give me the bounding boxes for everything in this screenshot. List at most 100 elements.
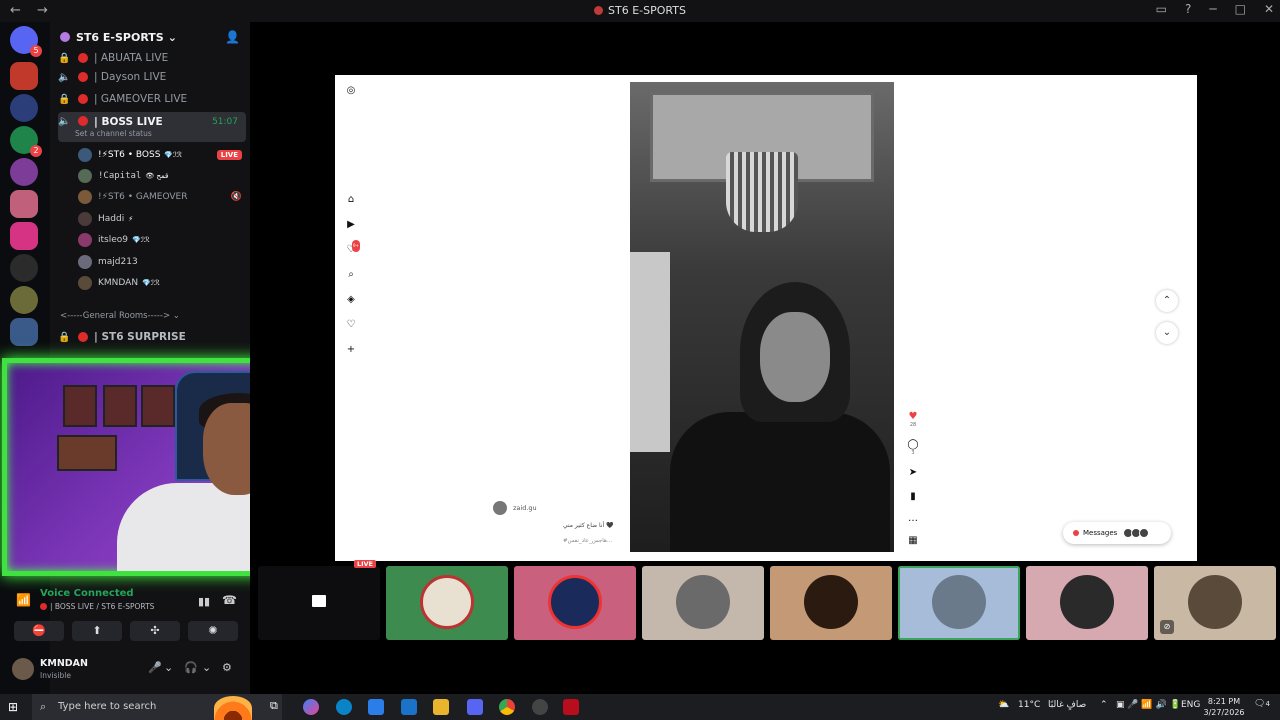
voice-member[interactable]: Haddi ⚡: [78, 209, 248, 229]
server-mesk-icon[interactable]: [10, 222, 38, 250]
home-icon[interactable]: ⌂: [345, 194, 357, 206]
participant-tile[interactable]: [386, 566, 508, 640]
screenshare-button[interactable]: ⬆: [72, 621, 122, 641]
steam-icon[interactable]: [532, 699, 548, 715]
inbox-icon[interactable]: ▭: [1156, 2, 1167, 16]
voice-member[interactable]: !⚡ST6 • BOSS 💎ℐℛ LIVE: [78, 145, 248, 165]
file-explorer-icon[interactable]: [433, 699, 449, 715]
voice-member[interactable]: itsleo9 💎ℐℛ: [78, 230, 248, 250]
copilot-icon[interactable]: [303, 699, 319, 715]
back-icon[interactable]: ←: [10, 3, 21, 18]
task-view-icon[interactable]: ⧉: [270, 699, 286, 715]
participant-tile[interactable]: [1026, 566, 1148, 640]
live-dot-icon: [78, 72, 88, 82]
chrome-icon[interactable]: [499, 699, 515, 715]
weather-temp[interactable]: 11°C: [1018, 700, 1040, 710]
chevron-down-icon[interactable]: ⌄: [202, 661, 211, 674]
comment-button[interactable]: ◯ 3: [907, 439, 919, 456]
participant-tile-selected[interactable]: [898, 566, 1020, 640]
plus-icon[interactable]: +: [345, 344, 357, 356]
category-general-rooms[interactable]: <-----General Rooms-----> ⌄: [60, 311, 180, 321]
adobe-icon[interactable]: [563, 699, 579, 715]
server-icon-9[interactable]: [10, 318, 38, 346]
previous-reel-button[interactable]: ⌃: [1156, 290, 1178, 312]
language-indicator[interactable]: ENG: [1181, 700, 1200, 710]
channel-status[interactable]: Set a channel status: [75, 129, 152, 138]
channel-boss[interactable]: 🔈 | BOSS LIVE 51:07 Set a channel status: [58, 112, 246, 142]
disconnect-icon[interactable]: ☎: [222, 593, 237, 607]
audio-icon[interactable]: ▦: [907, 535, 919, 546]
edge-icon[interactable]: [336, 699, 352, 715]
gear-icon[interactable]: ⚙: [222, 661, 232, 674]
help-icon[interactable]: ?: [1185, 2, 1191, 16]
notification-center-icon[interactable]: 🗨4: [1254, 699, 1270, 709]
username[interactable]: KMNDAN: [40, 658, 88, 669]
windows-start-icon[interactable]: ⊞: [8, 700, 22, 714]
channel-gameover[interactable]: 🔒 | GAMEOVER LIVE: [58, 89, 246, 109]
heart-icon[interactable]: ♡: [345, 319, 357, 331]
soundboard-button[interactable]: ✺: [188, 621, 238, 641]
channel-dayson[interactable]: 🔈 | Dayson LIVE: [58, 67, 246, 87]
server-icon-7[interactable]: [10, 254, 38, 282]
mail-icon[interactable]: [401, 699, 417, 715]
server-icon-4[interactable]: [10, 158, 38, 186]
participant-tile[interactable]: [642, 566, 764, 640]
explore-icon[interactable]: ◈: [345, 294, 357, 306]
chevron-up-icon[interactable]: ⌃: [1100, 700, 1108, 710]
voice-member[interactable]: KMNDAN 💎ℐℛ: [78, 273, 248, 293]
participant-tile[interactable]: [514, 566, 636, 640]
weather-icon: ⛅: [998, 700, 1010, 710]
tray-icons[interactable]: ▣ 🎤 📶 🔊 🔋: [1116, 700, 1181, 710]
voice-member[interactable]: !⚡ST6 • GAMEOVER 🔇: [78, 187, 248, 207]
voice-member[interactable]: majd213: [78, 252, 248, 272]
discord-icon[interactable]: [467, 699, 483, 715]
chevron-down-icon[interactable]: ⌄: [164, 661, 173, 674]
reels-icon[interactable]: ▶: [345, 219, 357, 231]
server-icon-5[interactable]: [10, 190, 38, 218]
voice-connected-label[interactable]: Voice Connected: [40, 588, 134, 599]
voice-member[interactable]: !Capital 👁 قمح: [78, 166, 248, 186]
minimize-button[interactable]: ─: [1209, 2, 1216, 16]
bookmark-icon[interactable]: ▮: [907, 491, 919, 502]
search-placeholder: Type here to search: [58, 701, 157, 712]
next-reel-button[interactable]: ⌄: [1156, 322, 1178, 344]
headphones-icon[interactable]: 🎧: [184, 661, 198, 674]
activities-button[interactable]: ✣: [130, 621, 180, 641]
instagram-icon[interactable]: ◎: [345, 85, 357, 97]
signal-icon[interactable]: 📶: [16, 593, 31, 607]
caption-user[interactable]: zaid.gu: [493, 501, 537, 515]
notifications-icon[interactable]: ♡ 9+: [345, 240, 360, 256]
forward-icon[interactable]: →: [37, 3, 48, 18]
participant-tile[interactable]: ⊘: [1154, 566, 1276, 640]
avatar[interactable]: [12, 658, 34, 680]
share-icon[interactable]: ➤: [907, 467, 919, 478]
voice-channel-text: | BOSS LIVE / ST6 E-SPORTS: [50, 602, 155, 611]
close-button[interactable]: ✕: [1264, 2, 1274, 16]
participant-tiles: LIVE ⊘: [258, 560, 1276, 640]
server-icon-2[interactable]: [10, 94, 38, 122]
channel-abuata[interactable]: 🔒 | ABUATA LIVE: [58, 48, 246, 68]
taskbar-search[interactable]: ⌕ Type here to search: [32, 694, 282, 720]
server-xjo-icon[interactable]: 2: [10, 126, 42, 157]
microphone-icon[interactable]: 🎤: [148, 661, 162, 674]
store-icon[interactable]: [368, 699, 384, 715]
like-button[interactable]: ♥ 28: [907, 411, 919, 428]
add-user-icon[interactable]: 👤: [225, 30, 240, 44]
noise-suppression-icon[interactable]: ▮▮: [198, 595, 210, 608]
stream-view[interactable]: ◎ ⌂ ▶ ♡ 9+ ⌕ ◈ ♡ + ♥ 28 ◯ 3 ➤ ▮ … ▦ zaid.gu…: [335, 75, 1197, 561]
maximize-button[interactable]: □: [1235, 2, 1246, 16]
video-toggle-button[interactable]: ⛔: [14, 621, 64, 641]
channel-surprise[interactable]: 🔒 | ST6 SURPRISE: [58, 327, 246, 347]
search-icon[interactable]: ⌕: [345, 269, 357, 281]
screenshare-tile[interactable]: LIVE: [258, 560, 380, 640]
avatar: [78, 169, 92, 183]
clock[interactable]: 8:21 PM 3/27/2026: [1200, 696, 1248, 718]
server-st6-icon[interactable]: [10, 62, 38, 90]
server-sx-icon[interactable]: [10, 286, 38, 314]
avatar: [1060, 575, 1114, 629]
discord-home-icon[interactable]: 5: [10, 26, 42, 57]
more-icon[interactable]: …: [907, 513, 919, 524]
reel-video[interactable]: [630, 82, 894, 552]
messages-button[interactable]: Messages: [1063, 522, 1171, 544]
participant-tile[interactable]: [770, 566, 892, 640]
